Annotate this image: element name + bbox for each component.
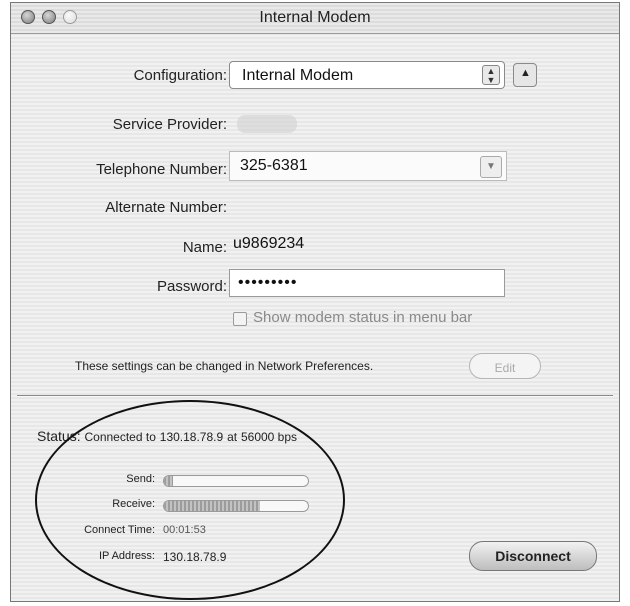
alternate-number-label: Alternate Number:: [105, 199, 227, 216]
send-progress-fill: [164, 476, 173, 486]
service-provider-label: Service Provider:: [112, 116, 227, 133]
updown-arrows-icon: ▲ ▼: [482, 65, 500, 85]
ip-address-value: 130.18.78.9: [163, 550, 227, 564]
status-label: Status:: [37, 428, 81, 444]
telephone-combobox[interactable]: 325-6381 ▼: [229, 151, 507, 181]
ip-address-label: IP Address:: [98, 550, 155, 562]
status-line: Status: Connected to 130.18.78.9 at 5600…: [37, 428, 297, 444]
status-ip: 130.18.78.9: [159, 430, 224, 444]
receive-progress-fill: [164, 501, 261, 511]
receive-progress-bar: [163, 500, 309, 512]
configuration-value: Internal Modem: [242, 67, 354, 84]
show-status-label: Show modem status in menu bar: [253, 309, 473, 326]
name-value: u9869234: [233, 235, 305, 252]
triangle-up-icon: ▲: [520, 67, 531, 79]
service-provider-value: [237, 115, 297, 133]
disconnect-button[interactable]: Disconnect: [469, 541, 597, 571]
separator: [17, 395, 613, 397]
edit-button-label: Edit: [494, 361, 516, 375]
title-bar: Internal Modem: [11, 3, 619, 34]
telephone-value: 325-6381: [240, 157, 308, 174]
status-text: Connected to: [84, 430, 156, 444]
show-status-checkbox[interactable]: [233, 312, 247, 326]
status-speed: 56000 bps: [240, 430, 298, 444]
disclosure-button[interactable]: ▲: [513, 63, 537, 87]
disconnect-button-label: Disconnect: [495, 548, 571, 564]
connect-time-label: Connect Time:: [84, 524, 155, 536]
configuration-popup[interactable]: Internal Modem ▲ ▼: [229, 61, 505, 89]
settings-note: These settings can be changed in Network…: [75, 359, 374, 373]
chevron-down-icon[interactable]: ▼: [480, 156, 502, 178]
password-label: Password:: [156, 278, 227, 295]
name-label: Name:: [182, 239, 227, 256]
edit-button[interactable]: Edit: [469, 353, 541, 379]
configuration-label: Configuration:: [133, 67, 227, 84]
status-at: at: [227, 430, 238, 444]
password-field[interactable]: •••••••••: [229, 269, 505, 297]
telephone-label: Telephone Number:: [96, 161, 227, 178]
modem-window: Internal Modem Configuration: Internal M…: [10, 2, 620, 602]
send-progress-bar: [163, 475, 309, 487]
password-value: •••••••••: [238, 274, 298, 291]
receive-label: Receive:: [112, 498, 155, 510]
connect-time-value: 00:01:53: [163, 524, 206, 536]
send-label: Send:: [126, 473, 155, 485]
window-title: Internal Modem: [259, 9, 371, 26]
